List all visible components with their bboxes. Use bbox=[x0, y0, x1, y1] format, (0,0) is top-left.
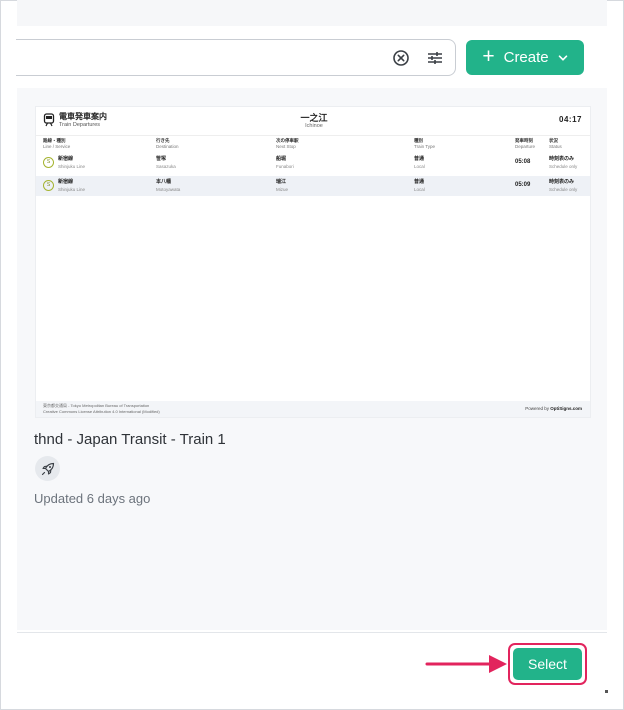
footer-divider bbox=[17, 632, 607, 633]
content-title: thnd - Japan Transit - Train 1 bbox=[34, 431, 226, 448]
search-input[interactable] bbox=[16, 39, 456, 76]
filter-button[interactable] bbox=[423, 46, 447, 70]
preview-clock: 04:17 bbox=[559, 115, 582, 124]
close-circle-icon bbox=[393, 50, 409, 66]
chevron-down-icon bbox=[558, 54, 567, 61]
top-strip bbox=[17, 0, 607, 26]
preview-column-headers: 路線・種別 Line / Service 行き先 Destination 次の停車駅… bbox=[36, 135, 590, 153]
status-cell: 時刻表のみ Schedule only bbox=[549, 179, 578, 192]
column-header: 状況 Status bbox=[549, 138, 562, 149]
departure-row: S 新宿線 Shinjuku Line 笹塚 Sasazuka 船堀 Funabori… bbox=[36, 153, 590, 173]
sliders-icon bbox=[428, 52, 442, 64]
publish-button[interactable] bbox=[35, 456, 60, 481]
next-stop-cell: 瑞江 Mizue bbox=[276, 179, 289, 192]
updated-timestamp: Updated 6 days ago bbox=[34, 491, 151, 506]
powered-by: Powered by OptiSigns.com bbox=[525, 406, 582, 411]
next-stop-cell: 船堀 Funabori bbox=[276, 156, 294, 169]
departure-time: 05:09 bbox=[515, 182, 531, 188]
column-header: 種別 Train Type bbox=[414, 138, 436, 149]
departure-time: 05:08 bbox=[515, 159, 531, 165]
column-header: 行き先 Destination bbox=[156, 138, 179, 149]
column-header: 次の停車駅 Next Stop bbox=[276, 138, 299, 149]
status-cell: 時刻表のみ Schedule only bbox=[549, 156, 578, 169]
select-button[interactable]: Select bbox=[513, 648, 582, 680]
create-button[interactable]: + Create bbox=[466, 40, 584, 75]
train-type-cell: 普通 Local bbox=[414, 179, 425, 192]
line-badge: S bbox=[43, 157, 54, 168]
pointer-arrow-icon bbox=[425, 655, 507, 673]
clear-search-button[interactable] bbox=[389, 46, 413, 70]
destination-cell: 本八幡 Motoyawata bbox=[156, 179, 181, 192]
create-button-label: Create bbox=[503, 49, 549, 66]
content-preview[interactable]: 電車発車案内 Train Departures 一之江 Ichinoe 04:1… bbox=[35, 106, 591, 418]
column-header: 路線・種別 Line / Service bbox=[43, 138, 71, 149]
line-badge: S bbox=[43, 180, 54, 191]
departure-row: S 新宿線 Shinjuku Line 本八幡 Motoyawata 瑞江 Mizue… bbox=[36, 176, 590, 196]
preview-station-en: Ichinoe bbox=[305, 123, 323, 129]
train-type-cell: 普通 Local bbox=[414, 156, 425, 169]
line-cell: 新宿線 Shinjuku Line bbox=[58, 179, 86, 192]
preview-header: 電車発車案内 Train Departures 一之江 Ichinoe 04:1… bbox=[36, 107, 590, 135]
resize-grip[interactable] bbox=[605, 690, 608, 693]
column-header: 発車時刻 Departure bbox=[515, 138, 536, 149]
preview-footer: 東京都交通局 - Tokyo Metropolitan Bureau of Tr… bbox=[36, 401, 590, 417]
line-cell: 新宿線 Shinjuku Line bbox=[58, 156, 86, 169]
destination-cell: 笹塚 Sasazuka bbox=[156, 156, 176, 169]
content-card[interactable]: 電車発車案内 Train Departures 一之江 Ichinoe 04:1… bbox=[17, 88, 607, 630]
rocket-icon bbox=[41, 462, 54, 475]
plus-icon: + bbox=[482, 45, 495, 68]
credit-text: 東京都交通局 - Tokyo Metropolitan Bureau of Tr… bbox=[43, 403, 160, 414]
